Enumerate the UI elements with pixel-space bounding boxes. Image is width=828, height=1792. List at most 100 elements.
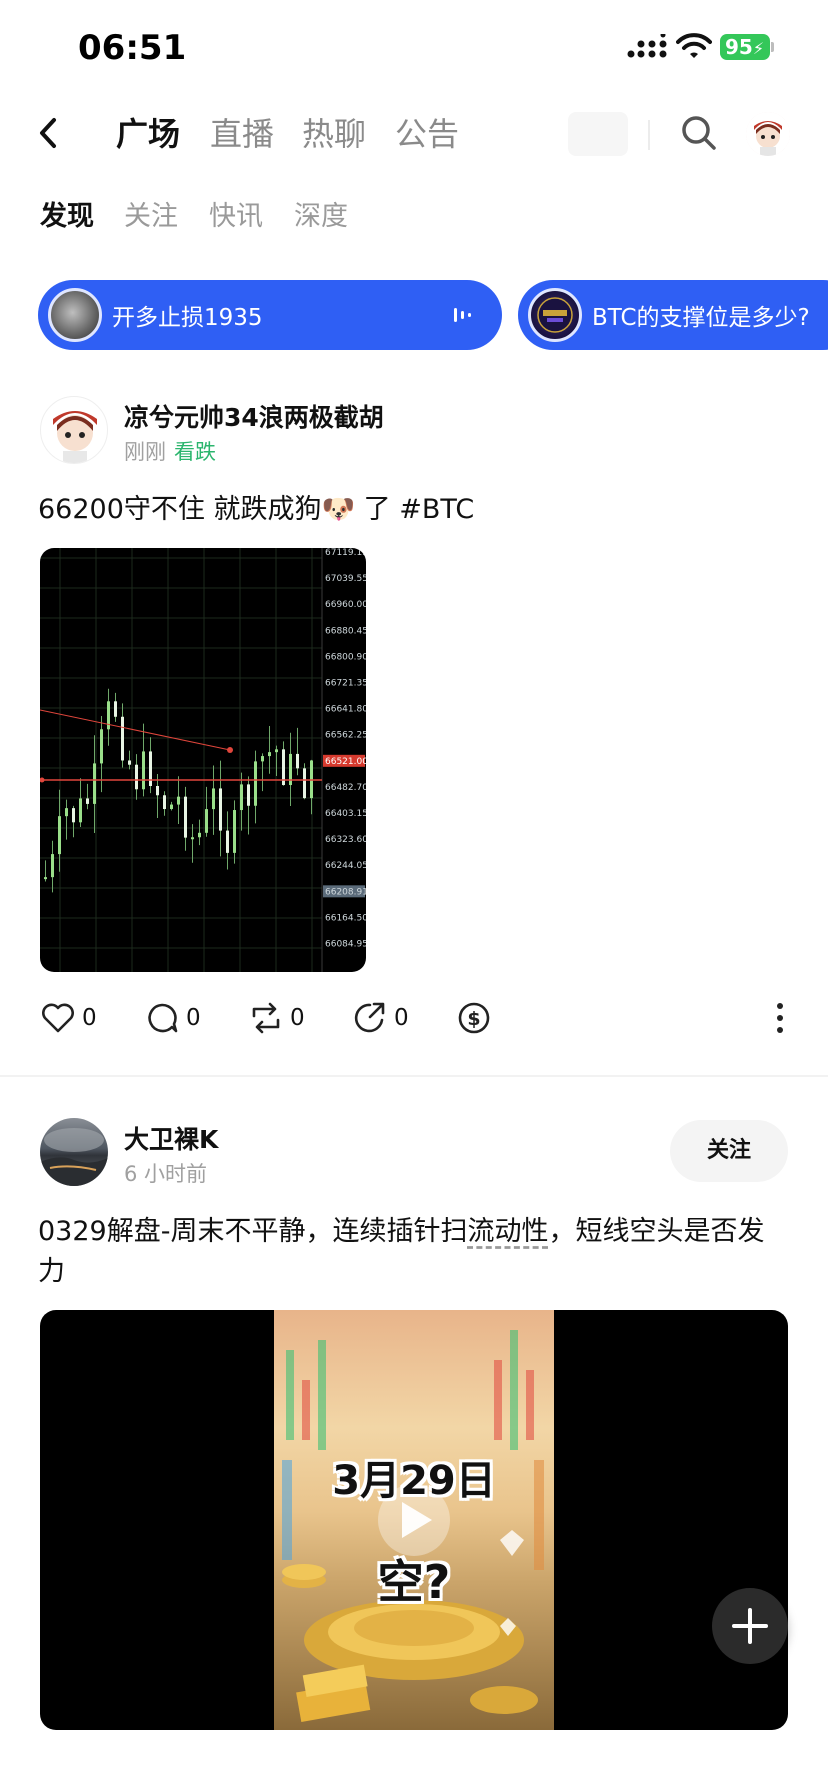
price-label: 66562.25 <box>325 731 366 741</box>
tab-hot-chat[interactable]: 热聊 <box>302 112 366 156</box>
candle-body <box>114 701 117 717</box>
plus-icon <box>732 1608 768 1644</box>
candle-body <box>79 798 82 823</box>
candle-body <box>58 816 61 855</box>
video-art <box>282 1330 544 1723</box>
post-video[interactable]: 3月29日 空? <box>40 1310 788 1730</box>
post-meta: 刚刚 看跌 <box>124 436 216 466</box>
author-name[interactable]: 凉兮元帅34浪两极截胡 <box>124 398 384 434</box>
price-label: 67119.15 <box>325 548 366 558</box>
feed-divider <box>0 1075 828 1077</box>
candle-body <box>170 804 173 810</box>
current-price-point <box>40 777 45 783</box>
candle-body <box>86 798 89 804</box>
candle-body <box>191 837 194 840</box>
price-label: 66880.45 <box>325 626 366 636</box>
video-subtitle: 空? <box>377 1555 451 1609</box>
bearish-tag[interactable]: 看跌 <box>174 440 216 464</box>
candle-body <box>177 796 180 805</box>
candle-body <box>247 784 250 806</box>
candle-body <box>240 784 243 811</box>
post-text[interactable]: 66200守不住 就跌成狗🐶 了 #BTC <box>38 490 788 530</box>
share-button[interactable]: 0 <box>352 998 409 1038</box>
comment-count: 0 <box>186 1005 201 1031</box>
create-post-button[interactable] <box>712 1588 788 1664</box>
candle-body <box>149 751 152 787</box>
post-time-2: 6 小时前 <box>124 1162 208 1186</box>
live-room-pill-2[interactable]: BTC的支撑位是多少? <box>518 280 828 350</box>
candle-body <box>135 764 138 790</box>
trend-line <box>40 709 231 751</box>
post-text-2-part1: 0329解盘-周末不平静，连续插针扫 <box>38 1216 468 1247</box>
more-options-icon[interactable] <box>770 1000 790 1036</box>
candle-body <box>65 808 68 817</box>
candle-body <box>212 788 215 810</box>
nav-divider <box>648 120 650 150</box>
candle-body <box>205 809 208 833</box>
heart-icon <box>42 1003 74 1033</box>
video-title: 3月29日 <box>332 1458 496 1504</box>
live-room-avatar <box>48 288 102 342</box>
candle-body <box>156 786 159 796</box>
candle-body <box>142 751 145 790</box>
candle-body <box>72 808 75 823</box>
back-arrow-icon[interactable] <box>34 112 64 154</box>
candle-body <box>198 832 201 838</box>
author-name-2[interactable]: 大卫裸K <box>124 1120 218 1156</box>
tab-plaza[interactable]: 广场 <box>116 112 180 156</box>
status-time: 06:51 <box>78 28 187 68</box>
price-label: 66800.90 <box>325 652 366 662</box>
live-room-title-2: BTC的支撑位是多少? <box>592 305 810 331</box>
candle-body <box>51 854 54 878</box>
share-icon <box>354 1002 385 1033</box>
repost-icon <box>252 1002 280 1034</box>
crypto-logo-icon <box>537 297 573 333</box>
trend-point <box>227 747 233 753</box>
subtab-following[interactable]: 关注 <box>124 198 178 236</box>
author-avatar-2[interactable] <box>40 1118 108 1186</box>
candle-body <box>268 752 271 757</box>
author-avatar[interactable] <box>40 396 108 464</box>
follow-button[interactable]: 关注 <box>670 1120 788 1182</box>
candle-body <box>226 830 229 853</box>
liquidity-link[interactable]: 流动性 <box>467 1216 548 1247</box>
nav-placeholder <box>568 112 628 156</box>
search-icon[interactable] <box>680 114 718 152</box>
repost-count: 0 <box>290 1005 305 1031</box>
wifi-icon <box>676 33 712 58</box>
live-room-pill[interactable]: 开多止损1935 <box>38 280 502 350</box>
candle-body <box>254 761 257 806</box>
repost-button[interactable]: 0 <box>248 998 305 1038</box>
tab-announcement[interactable]: 公告 <box>395 112 459 156</box>
comment-button[interactable]: 0 <box>144 998 201 1038</box>
price-label: 66721.35 <box>325 679 366 689</box>
candle-body <box>44 877 47 880</box>
price-label: 66960.00 <box>325 600 366 610</box>
price-label: 66403.15 <box>325 809 366 819</box>
candle-body <box>128 760 131 765</box>
subtab-flash[interactable]: 快讯 <box>209 198 263 236</box>
candle-body <box>233 810 236 853</box>
price-label: 66482.70 <box>325 783 366 793</box>
tip-button[interactable]: $ <box>456 998 498 1038</box>
candle-body <box>100 729 103 764</box>
subtab-depth[interactable]: 深度 <box>294 198 348 236</box>
post-text-2[interactable]: 0329解盘-周末不平静，连续插针扫流动性，短线空头是否发力 <box>38 1212 790 1292</box>
candle-body <box>261 756 264 762</box>
subtab-discover[interactable]: 发现 <box>40 198 94 236</box>
crypto-avatar <box>528 288 582 342</box>
post-chart-image[interactable]: 67119.15 67039.55 66960.00 66880.45 66800.90… <box>40 548 366 972</box>
like-count: 0 <box>82 1005 97 1031</box>
share-count: 0 <box>394 1005 409 1031</box>
user-avatar[interactable] <box>746 112 790 156</box>
like-button[interactable]: 0 <box>40 998 97 1038</box>
price-label: 66323.60 <box>325 835 366 845</box>
candle-body <box>275 749 278 753</box>
video-thumbnail: 3月29日 空? <box>274 1310 554 1730</box>
candle-body <box>303 768 306 799</box>
price-label: 66244.05 <box>325 861 366 871</box>
price-label: 66208.91 <box>325 887 366 897</box>
svg-text:$: $ <box>467 1008 480 1030</box>
price-label: 67039.55 <box>325 574 366 584</box>
tab-live[interactable]: 直播 <box>210 112 274 156</box>
